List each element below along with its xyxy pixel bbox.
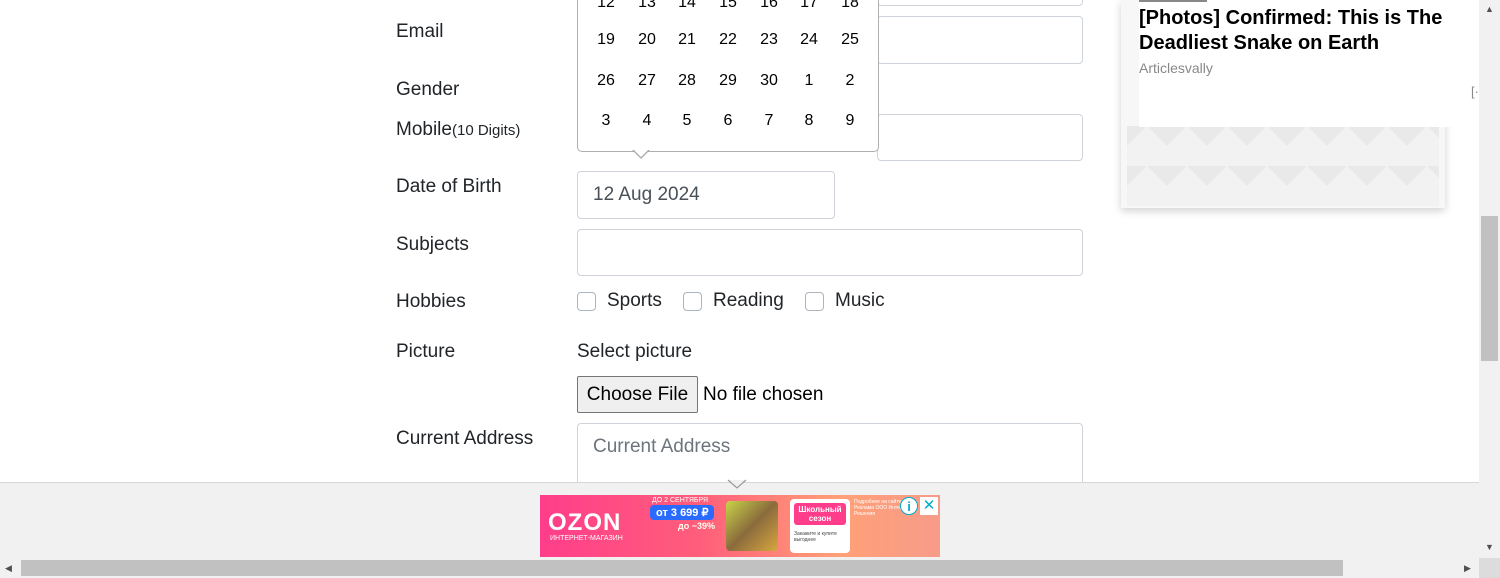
day-14[interactable]: 14 bbox=[667, 0, 707, 12]
collapse-chevron-icon[interactable] bbox=[727, 478, 747, 490]
sports-label: Sports bbox=[607, 290, 662, 311]
file-status: No file chosen bbox=[703, 384, 824, 405]
ozon-product-image bbox=[726, 501, 778, 551]
datepicker-pointer-inner bbox=[633, 149, 649, 157]
day-17[interactable]: 17 bbox=[789, 0, 829, 12]
ozon-discount: до −39% bbox=[678, 521, 715, 531]
hobbies-label: Hobbies bbox=[396, 291, 466, 312]
mobile-hint: (10 Digits) bbox=[451, 122, 521, 139]
ozon-date: ДО 2 СЕНТЯБРЯ bbox=[652, 497, 709, 504]
gender-label: Gender bbox=[396, 79, 460, 100]
ad-close-icon[interactable]: ✕ bbox=[920, 497, 938, 515]
name-input-partial[interactable] bbox=[877, 0, 1083, 6]
picture-label: Picture bbox=[396, 341, 456, 362]
day-28[interactable]: 28 bbox=[667, 72, 707, 90]
day-19[interactable]: 19 bbox=[586, 31, 626, 49]
day-2-next[interactable]: 2 bbox=[830, 72, 870, 90]
dob-input[interactable]: 12 Aug 2024 bbox=[577, 171, 835, 219]
day-18[interactable]: 18 bbox=[830, 0, 870, 12]
horizontal-scroll-thumb[interactable] bbox=[21, 560, 1343, 576]
day-1-next[interactable]: 1 bbox=[789, 72, 829, 90]
day-13[interactable]: 13 bbox=[627, 0, 667, 12]
mobile-label: Mobile(10 Digits) bbox=[396, 119, 520, 141]
ad-info-icon[interactable]: i bbox=[900, 497, 918, 515]
day-9-next[interactable]: 9 bbox=[830, 112, 870, 130]
ozon-price: от 3 699 ₽ bbox=[650, 505, 715, 520]
ad-card-topline bbox=[1139, 0, 1207, 2]
scroll-down-icon[interactable]: ▼ bbox=[1485, 542, 1494, 552]
music-label: Music bbox=[835, 290, 885, 311]
address-label: Current Address bbox=[396, 428, 534, 449]
day-3-next[interactable]: 3 bbox=[586, 112, 626, 130]
day-4-next[interactable]: 4 bbox=[627, 112, 667, 130]
hobby-music[interactable]: Music bbox=[805, 290, 885, 312]
day-24[interactable]: 24 bbox=[789, 31, 829, 49]
ozon-promo-small: Закажите и купите выгоднее bbox=[794, 531, 837, 543]
hobby-sports[interactable]: Sports bbox=[577, 290, 662, 312]
scrollbar-corner bbox=[1479, 558, 1500, 578]
day-25[interactable]: 25 bbox=[830, 31, 870, 49]
choose-file-button[interactable]: Choose File bbox=[577, 376, 698, 413]
email-input[interactable] bbox=[877, 16, 1083, 64]
dob-label: Date of Birth bbox=[396, 176, 502, 197]
ad-card-corner-mark: [· bbox=[1471, 84, 1479, 99]
scroll-right-icon[interactable]: ▶ bbox=[1464, 563, 1471, 574]
reading-checkbox[interactable] bbox=[683, 291, 702, 311]
ad-card-pattern bbox=[1127, 126, 1439, 206]
scroll-up-icon[interactable]: ▲ bbox=[1485, 4, 1494, 14]
day-5-next[interactable]: 5 bbox=[667, 112, 707, 130]
scroll-left-icon[interactable]: ◀ bbox=[5, 563, 12, 574]
day-6-next[interactable]: 6 bbox=[708, 112, 748, 130]
mobile-input[interactable] bbox=[877, 114, 1083, 161]
ozon-logo: OZON bbox=[548, 509, 622, 536]
music-checkbox[interactable] bbox=[805, 291, 824, 311]
ad-card-title[interactable]: [Photos] Confirmed: This is The Deadlies… bbox=[1139, 6, 1459, 56]
day-29[interactable]: 29 bbox=[708, 72, 748, 90]
mobile-label-text: Mobile bbox=[396, 119, 452, 140]
datepicker-popup: 12 13 14 15 16 17 18 19 20 21 22 23 24 2… bbox=[577, 0, 879, 152]
vertical-scroll-thumb[interactable] bbox=[1481, 216, 1498, 361]
ad-card-source[interactable]: Articlesvally bbox=[1139, 60, 1213, 76]
ozon-subtitle: ИНТЕРНЕТ-МАГАЗИН bbox=[550, 535, 623, 542]
ozon-banner[interactable]: OZON ИНТЕРНЕТ-МАГАЗИН ДО 2 СЕНТЯБРЯ от 3… bbox=[540, 495, 940, 557]
select-picture-label: Select picture bbox=[577, 341, 693, 362]
day-30[interactable]: 30 bbox=[749, 72, 789, 90]
day-16[interactable]: 16 bbox=[749, 0, 789, 12]
email-label: Email bbox=[396, 21, 444, 42]
day-12[interactable]: 12 bbox=[586, 0, 626, 12]
day-8-next[interactable]: 8 bbox=[789, 112, 829, 130]
day-20[interactable]: 20 bbox=[627, 31, 667, 49]
ozon-promo-title: Школьный сезон bbox=[794, 503, 846, 525]
reading-label: Reading bbox=[713, 290, 784, 311]
sports-checkbox[interactable] bbox=[577, 291, 596, 311]
day-21[interactable]: 21 bbox=[667, 31, 707, 49]
day-22[interactable]: 22 bbox=[708, 31, 748, 49]
day-23[interactable]: 23 bbox=[749, 31, 789, 49]
subjects-label: Subjects bbox=[396, 234, 469, 255]
day-26[interactable]: 26 bbox=[586, 72, 626, 90]
day-7-next[interactable]: 7 bbox=[749, 112, 789, 130]
day-15[interactable]: 15 bbox=[708, 0, 748, 12]
subjects-input[interactable] bbox=[577, 229, 1083, 276]
day-27[interactable]: 27 bbox=[627, 72, 667, 90]
hobby-reading[interactable]: Reading bbox=[683, 290, 784, 312]
